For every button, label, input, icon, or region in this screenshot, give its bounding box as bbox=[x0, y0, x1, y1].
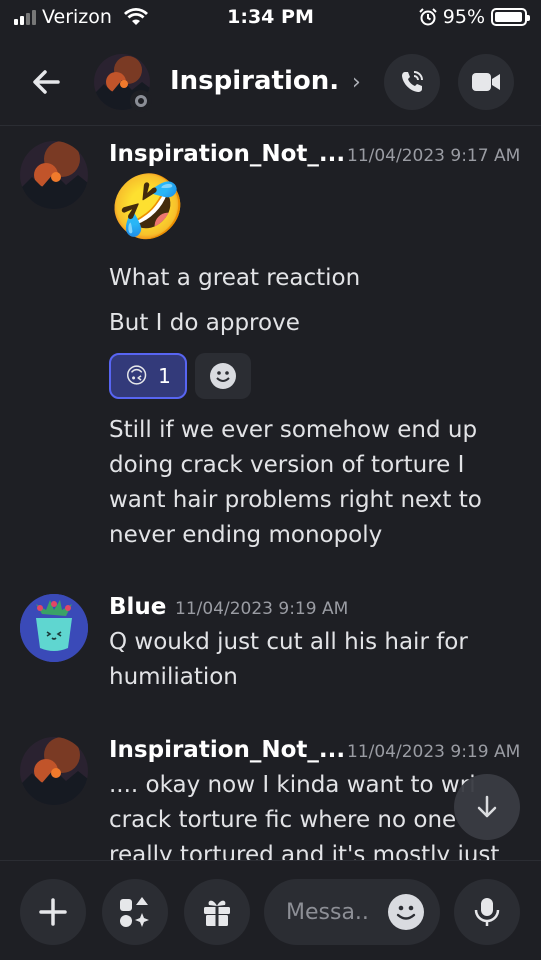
message-timestamp: 11/04/2023 9:19 AM bbox=[175, 599, 349, 619]
offline-status-icon bbox=[130, 90, 152, 112]
apps-button[interactable] bbox=[102, 879, 168, 945]
message-text: Still if we ever somehow end up bbox=[109, 417, 478, 443]
video-camera-icon bbox=[472, 73, 500, 91]
status-bar: Verizon 1:34 PM 95% bbox=[0, 0, 541, 36]
message-text: Q woukd just cut all his hair for bbox=[109, 629, 468, 655]
gift-button[interactable] bbox=[184, 879, 250, 945]
message-text: never ending monopoly bbox=[109, 522, 383, 548]
message-text: What a great reaction bbox=[109, 265, 361, 291]
message-text: But I do approve bbox=[109, 310, 300, 336]
chat-header: Inspiration... › bbox=[0, 40, 541, 126]
battery-icon bbox=[491, 8, 530, 26]
smiley-icon bbox=[210, 363, 236, 389]
message-author[interactable]: Blue bbox=[109, 594, 166, 620]
microphone-icon bbox=[474, 898, 500, 926]
jump-to-latest-button[interactable] bbox=[454, 774, 520, 840]
avatar[interactable] bbox=[20, 594, 88, 662]
voice-call-button[interactable] bbox=[384, 54, 440, 110]
message-text: humiliation bbox=[109, 664, 238, 690]
message-input[interactable] bbox=[286, 895, 376, 929]
message-text: want hair problems right next to bbox=[109, 487, 482, 513]
message-author[interactable]: Inspiration_Not_... bbox=[109, 141, 345, 167]
channel-title[interactable]: Inspiration... bbox=[170, 66, 340, 96]
reaction-count: 1 bbox=[158, 364, 171, 388]
plus-icon bbox=[39, 898, 67, 926]
attach-button[interactable] bbox=[20, 879, 86, 945]
smiley-icon bbox=[396, 905, 416, 920]
add-reaction-button[interactable] bbox=[195, 353, 251, 399]
reaction-emoji: 🙃 bbox=[125, 363, 149, 389]
back-arrow-icon[interactable] bbox=[28, 62, 68, 102]
phone-icon bbox=[402, 71, 423, 92]
voice-message-button[interactable] bbox=[454, 879, 520, 945]
arrow-down-icon bbox=[477, 795, 497, 818]
avatar[interactable] bbox=[20, 141, 88, 209]
emoji-message: 🤣 bbox=[109, 170, 187, 243]
message-text: doing crack version of torture I bbox=[109, 452, 465, 478]
message-list[interactable]: Inspiration_Not_... 11/04/2023 9:17 AM 🤣… bbox=[0, 127, 541, 860]
message-composer[interactable] bbox=[264, 879, 440, 945]
gift-icon bbox=[204, 900, 230, 926]
alarm-icon bbox=[419, 8, 437, 26]
battery-percent: 95% bbox=[442, 6, 485, 28]
chevron-right-icon[interactable]: › bbox=[352, 70, 361, 95]
avatar[interactable] bbox=[20, 737, 88, 805]
message-author[interactable]: Inspiration_Not_... bbox=[109, 737, 345, 763]
composer-bar bbox=[0, 860, 541, 960]
message-text: really tortured and it's mostly just bbox=[109, 842, 500, 860]
reaction-chip[interactable]: 🙃 1 bbox=[109, 353, 187, 399]
apps-icon bbox=[120, 897, 149, 927]
message-timestamp: 11/04/2023 9:17 AM bbox=[347, 146, 521, 166]
video-call-button[interactable] bbox=[458, 54, 514, 110]
emoji-picker-button[interactable] bbox=[388, 894, 424, 930]
message-timestamp: 11/04/2023 9:19 AM bbox=[347, 742, 521, 762]
